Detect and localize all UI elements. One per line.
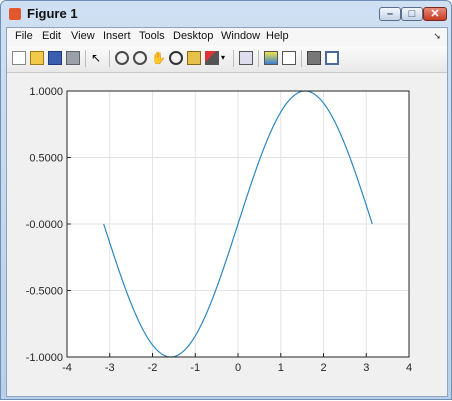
dock-arrow-icon[interactable]: ➘ — [433, 31, 441, 42]
show-plot-tools-icon[interactable] — [325, 51, 339, 65]
x-tick-label: -4 — [62, 362, 72, 374]
x-tick-label: 1 — [278, 362, 284, 374]
x-tick-label: -2 — [148, 362, 158, 374]
pan-icon[interactable]: ✋ — [151, 51, 166, 65]
x-tick-label: -3 — [105, 362, 115, 374]
minimize-button[interactable]: – — [379, 7, 401, 21]
menu-help[interactable]: Help — [266, 30, 289, 42]
save-icon[interactable] — [48, 51, 62, 65]
menu-window[interactable]: Window — [221, 30, 260, 42]
maximize-button[interactable]: □ — [401, 7, 423, 21]
close-button[interactable]: ✕ — [423, 7, 447, 21]
client-area: File Edit View Insert Tools Desktop Wind… — [6, 27, 448, 397]
x-tick-label: 2 — [320, 362, 326, 374]
x-tick-label: 3 — [363, 362, 369, 374]
menu-bar: File Edit View Insert Tools Desktop Wind… — [7, 28, 447, 46]
toolbar-separator — [85, 50, 86, 67]
menu-view[interactable]: View — [71, 30, 95, 42]
menu-desktop[interactable]: Desktop — [173, 30, 213, 42]
colorbar-icon[interactable] — [264, 51, 278, 65]
open-file-icon[interactable] — [30, 51, 44, 65]
x-tick-label: -1 — [190, 362, 200, 374]
figure-toolbar: ↖ ✋ ▾ — [7, 46, 447, 73]
menu-file[interactable]: File — [15, 30, 33, 42]
title-bar[interactable]: Figure 1 – □ ✕ — [1, 1, 451, 27]
figure-window: Figure 1 – □ ✕ File Edit View Insert Too… — [0, 0, 452, 400]
brush-icon[interactable] — [205, 51, 219, 65]
data-cursor-icon[interactable] — [187, 51, 201, 65]
hide-plot-tools-icon[interactable] — [307, 51, 321, 65]
plot-area: -4 -3 -2 -1 0 1 2 3 4 1.0000 0.5000 -0.0000 -0.5000 -… — [26, 86, 412, 374]
toolbar-separator — [301, 50, 302, 67]
toolbar-separator — [233, 50, 234, 67]
edit-plot-icon[interactable]: ↖ — [91, 51, 105, 65]
zoom-in-icon[interactable] — [115, 51, 129, 65]
y-tick-label: -0.0000 — [26, 219, 63, 231]
x-tick-label: 0 — [235, 362, 241, 374]
menu-insert[interactable]: Insert — [103, 30, 131, 42]
menu-tools[interactable]: Tools — [139, 30, 165, 42]
toolbar-separator — [109, 50, 110, 67]
y-tick-label: 0.5000 — [29, 153, 63, 165]
menu-edit[interactable]: Edit — [42, 30, 61, 42]
toolbar-separator — [258, 50, 259, 67]
brush-dropdown-icon[interactable]: ▾ — [221, 51, 229, 65]
y-tick-label: 1.0000 — [29, 86, 63, 98]
window-title: Figure 1 — [27, 6, 78, 21]
zoom-out-icon[interactable] — [133, 51, 147, 65]
figure-canvas: -4 -3 -2 -1 0 1 2 3 4 1.0000 0.5000 -0.0000 -0.5000 -… — [7, 73, 447, 396]
matlab-icon — [9, 8, 21, 20]
x-tick-label: 4 — [406, 362, 412, 374]
legend-icon[interactable] — [282, 51, 296, 65]
y-tick-label: -0.5000 — [26, 286, 63, 298]
link-plot-icon[interactable] — [239, 51, 253, 65]
y-tick-label: -1.0000 — [26, 352, 63, 364]
rotate-icon[interactable] — [169, 51, 183, 65]
print-icon[interactable] — [66, 51, 80, 65]
new-figure-icon[interactable] — [12, 51, 26, 65]
